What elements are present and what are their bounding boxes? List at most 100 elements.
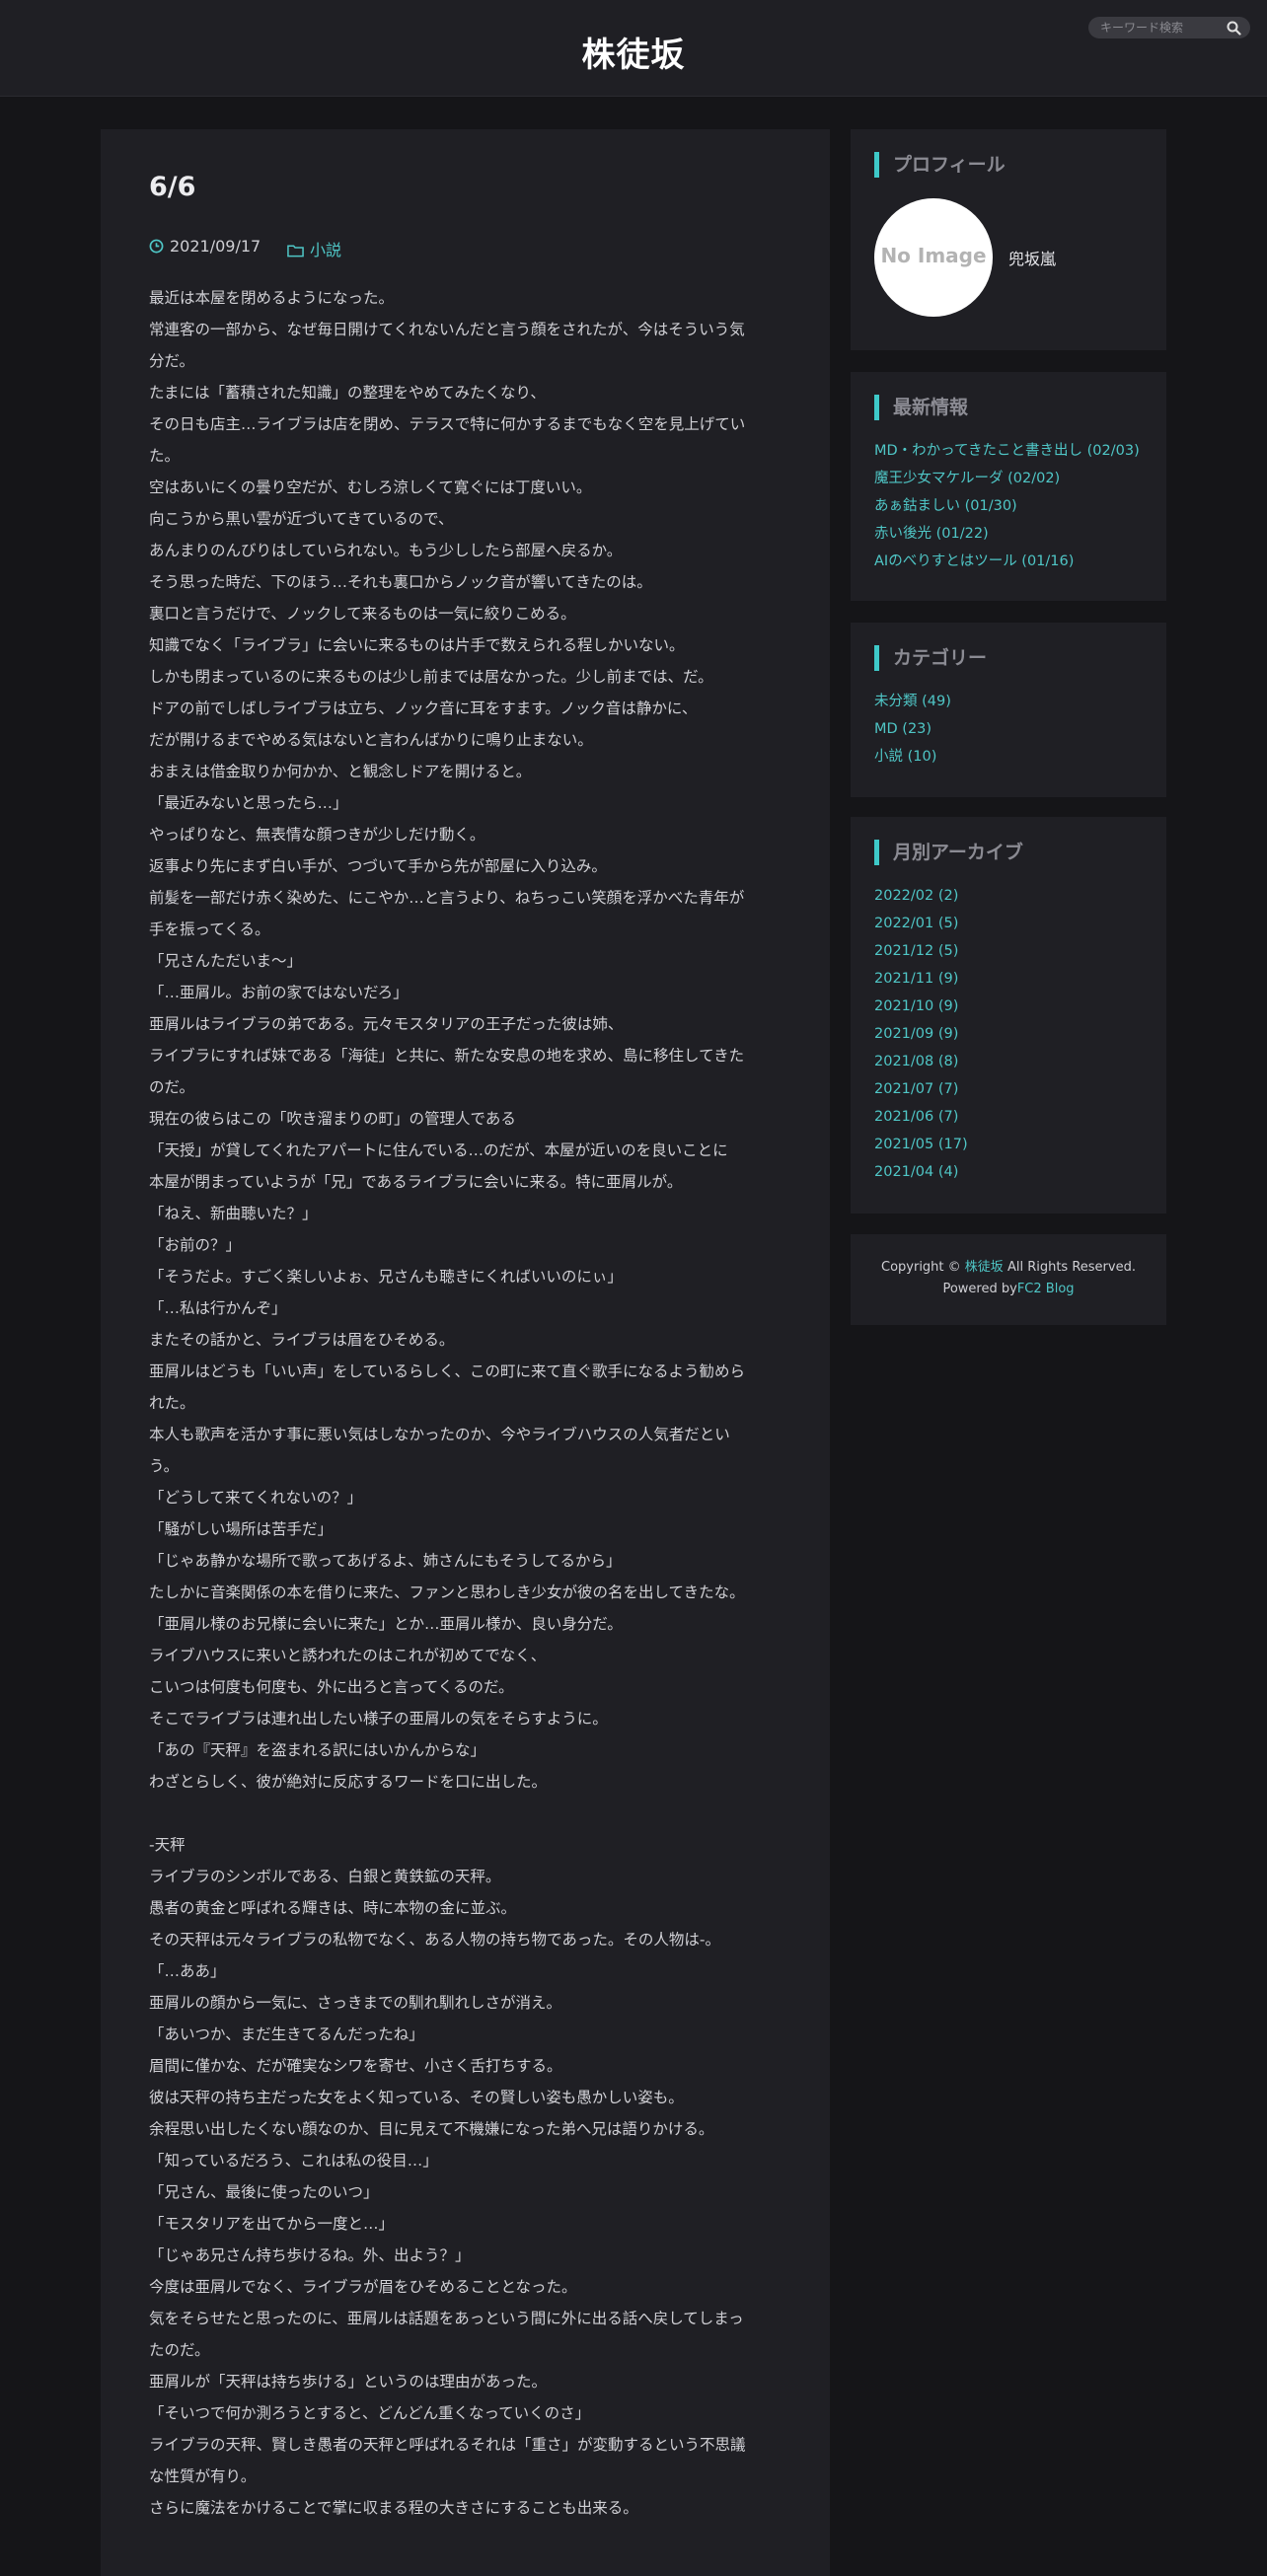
recent-list: MD・わかってきたこと書き出し (02/03) 魔王少女マケルーダ (02/02)… bbox=[874, 437, 1140, 575]
post-line: 裏口と言うだけで、ノックして来るものは一気に絞りこめる。 bbox=[149, 605, 576, 623]
archive-widget: 月別アーカイブ 2022/02 (2) 2022/01 (5) 2021/12 (5… bbox=[851, 817, 1166, 1214]
post-line: おまえは借金取りか何かか、と観念しドアを開けると。 bbox=[149, 763, 532, 780]
archive-month-link[interactable]: 2021/08 (8) bbox=[874, 1054, 958, 1069]
recent-entry-link[interactable]: AIのべりすとはツール (01/16) bbox=[874, 553, 1074, 569]
post-line: 現在の彼らはこの「吹き溜まりの町」の管理人である bbox=[149, 1110, 516, 1128]
archive-month-link[interactable]: 2021/06 (7) bbox=[874, 1109, 958, 1125]
footer-site-link[interactable]: 株徒坂 bbox=[965, 1260, 1004, 1275]
category-title: カテゴリー bbox=[874, 645, 987, 671]
archive-month-link[interactable]: 2021/09 (9) bbox=[874, 1026, 958, 1042]
archive-month-link[interactable]: 2021/04 (4) bbox=[874, 1164, 958, 1180]
clock-icon bbox=[149, 239, 164, 254]
post-line: のだ。 bbox=[149, 1078, 195, 1096]
category-link[interactable]: 小説 (10) bbox=[874, 749, 936, 765]
post-category-link[interactable]: 小説 bbox=[310, 241, 341, 259]
powered-line: Powered byFC2 Blog bbox=[851, 1279, 1166, 1300]
archive-month-link[interactable]: 2021/12 (5) bbox=[874, 943, 958, 959]
post-line: た。 bbox=[149, 447, 181, 465]
archive-month-link[interactable]: 2021/10 (9) bbox=[874, 998, 958, 1014]
post-line: わざとらしく、彼が絶対に反応するワードを口に出した。 bbox=[149, 1773, 548, 1791]
post-line: 「じゃあ兄さん持ち歩けるね。外、出よう？」 bbox=[149, 2246, 471, 2264]
recent-entry-link[interactable]: 魔王少女マケルーダ (02/02) bbox=[874, 471, 1060, 486]
category-list: 未分類 (49) MD (23) 小説 (10) bbox=[874, 688, 951, 771]
recent-entry-item: あぁ鈷ましい (01/30) bbox=[874, 492, 1140, 520]
post-line: 「…ああ」 bbox=[149, 1962, 226, 1980]
post-line: 亜屑ルはライブラの弟である。元々モスタリアの王子だった彼は姉、 bbox=[149, 1015, 624, 1033]
post-line: 眉間に僅かな、だが確実なシワを寄せ、小さく舌打ちする。 bbox=[149, 2057, 562, 2075]
site-title[interactable]: 株徒坂 bbox=[0, 28, 1267, 76]
recent-entry-link[interactable]: 赤い後光 (01/22) bbox=[874, 526, 989, 542]
category-item: 小説 (10) bbox=[874, 743, 951, 771]
archive-month-item: 2021/09 (9) bbox=[874, 1020, 968, 1048]
post-line: そこでライブラは連れ出したい様子の亜屑ルの気をそらすように。 bbox=[149, 1710, 608, 1728]
post-line: その天秤は元々ライブラの私物でなく、ある人物の持ち物であった。その人物は-。 bbox=[149, 1931, 720, 1949]
avatar: No Image bbox=[874, 198, 993, 317]
archive-month-link[interactable]: 2021/05 (17) bbox=[874, 1137, 968, 1152]
post-line: 「知っているだろう、これは私の役目…」 bbox=[149, 2152, 438, 2170]
search-icon[interactable] bbox=[1227, 21, 1241, 39]
category-link[interactable]: MD (23) bbox=[874, 721, 932, 737]
post-line: れた。 bbox=[149, 1394, 195, 1412]
post-line: 「兄さん、最後に使ったのいつ」 bbox=[149, 2183, 379, 2201]
search-box[interactable] bbox=[1088, 17, 1250, 38]
post-line: だが開けるまでやめる気はないと言わんばかりに鳴り止まない。 bbox=[149, 731, 593, 749]
folder-icon bbox=[287, 245, 304, 258]
post-title: 6/6 bbox=[149, 172, 196, 202]
post-line: 前髪を一部だけ赤く染めた、にこやか…と言うより、ねちっこい笑顔を浮かべた青年が bbox=[149, 889, 745, 907]
post-line: 知識でなく「ライブラ」に会いに来るものは片手で数えられる程しかいない。 bbox=[149, 636, 685, 654]
category-item: 未分類 (49) bbox=[874, 688, 951, 715]
recent-entry-item: 赤い後光 (01/22) bbox=[874, 520, 1140, 548]
archive-month-item: 2021/06 (7) bbox=[874, 1103, 968, 1131]
post-line: たしかに音楽関係の本を借りに来た、ファンと思わしき少女が彼の名を出してきたな。 bbox=[149, 1583, 745, 1601]
post-line: 「じゃあ静かな場所で歌ってあげるよ、姉さんにもそうしてるから」 bbox=[149, 1552, 622, 1570]
post-body: 最近は本屋を閉めるようになった。常連客の一部から、なぜ毎日開けてくれないんだと言… bbox=[149, 282, 785, 2524]
recent-title: 最新情報 bbox=[874, 395, 968, 420]
post-line: 「そいつで何か測ろうとすると、どんどん重くなっていくのさ」 bbox=[149, 2404, 591, 2422]
copyright-prefix: Copyright © bbox=[881, 1260, 961, 1275]
post-line: 「どうして来てくれないの？」 bbox=[149, 1489, 363, 1507]
post-line: 最近は本屋を閉めるようになった。 bbox=[149, 289, 395, 307]
post-line: 「あの『天秤』を盗まれる訳にはいかんからな」 bbox=[149, 1741, 486, 1759]
post-line: 「…亜屑ル。お前の家ではないだろ」 bbox=[149, 984, 409, 1001]
post-line: その日も店主…ライブラは店を閉め、テラスで特に何かするまでもなく空を見上げてい bbox=[149, 415, 746, 433]
post-line: 手を振ってくる。 bbox=[149, 920, 270, 938]
post-line: 空はあいにくの曇り空だが、むしろ涼しくて寛ぐには丁度いい。 bbox=[149, 478, 592, 496]
recent-entry-link[interactable]: MD・わかってきたこと書き出し (02/03) bbox=[874, 443, 1140, 459]
post-line: またその話かと、ライブラは眉をひそめる。 bbox=[149, 1331, 455, 1349]
post-line: 常連客の一部から、なぜ毎日開けてくれないんだと言う顔をされたが、今はそういう気 bbox=[149, 321, 745, 338]
category-item: MD (23) bbox=[874, 715, 951, 743]
search-input[interactable] bbox=[1100, 17, 1217, 38]
archive-month-link[interactable]: 2022/01 (5) bbox=[874, 916, 958, 931]
post-date: 2021/09/17 bbox=[149, 237, 261, 256]
recent-entry-link[interactable]: あぁ鈷ましい (01/30) bbox=[874, 498, 1017, 514]
archive-month-item: 2022/02 (2) bbox=[874, 882, 968, 910]
post-line: 分だ。 bbox=[149, 352, 195, 370]
archive-month-link[interactable]: 2021/11 (9) bbox=[874, 971, 958, 987]
archive-month-item: 2021/08 (8) bbox=[874, 1048, 968, 1075]
post-line: 亜屑ルの顔から一気に、さっきまでの馴れ馴れしさが消え。 bbox=[149, 1994, 562, 2012]
post-line: 向こうから黒い雲が近づいてきているので、 bbox=[149, 510, 454, 528]
post-line: 返事より先にまず白い手が、つづいて手から先が部屋に入り込み。 bbox=[149, 857, 607, 875]
post-line: たのだ。 bbox=[149, 2341, 210, 2359]
archive-month-item: 2021/12 (5) bbox=[874, 937, 968, 965]
post-category[interactable]: 小説 bbox=[287, 237, 341, 260]
recent-widget: 最新情報 MD・わかってきたこと書き出し (02/03) 魔王少女マケルーダ (0… bbox=[851, 372, 1166, 601]
archive-month-link[interactable]: 2021/07 (7) bbox=[874, 1081, 958, 1097]
post-line: 「ねえ、新曲聴いた？」 bbox=[149, 1205, 318, 1222]
recent-entry-item: MD・わかってきたこと書き出し (02/03) bbox=[874, 437, 1140, 465]
archive-month-item: 2021/11 (9) bbox=[874, 965, 968, 993]
post-line: 「…私は行かんぞ」 bbox=[149, 1299, 287, 1317]
recent-entry-item: AIのべりすとはツール (01/16) bbox=[874, 548, 1140, 575]
fc2-blog-link[interactable]: FC2 Blog bbox=[1017, 1282, 1075, 1296]
post-line: 「亜屑ル様のお兄様に会いに来た」とか…亜屑ル様か、良い身分だ。 bbox=[149, 1615, 623, 1633]
profile-title: プロフィール bbox=[874, 152, 1006, 178]
archive-month-item: 2021/04 (4) bbox=[874, 1158, 968, 1186]
profile-widget: プロフィール No Image 兜坂嵐 bbox=[851, 129, 1166, 350]
recent-entry-item: 魔王少女マケルーダ (02/02) bbox=[874, 465, 1140, 492]
archive-month-link[interactable]: 2022/02 (2) bbox=[874, 888, 958, 904]
post-line: 本屋が閉まっていようが「兄」であるライブラに会いに来る。特に亜屑ルが。 bbox=[149, 1173, 683, 1191]
post-line: 「モスタリアを出てから一度と…」 bbox=[149, 2215, 395, 2233]
archive-month-item: 2022/01 (5) bbox=[874, 910, 968, 937]
category-link[interactable]: 未分類 (49) bbox=[874, 694, 951, 709]
post-line: な性質が有り。 bbox=[149, 2467, 257, 2485]
